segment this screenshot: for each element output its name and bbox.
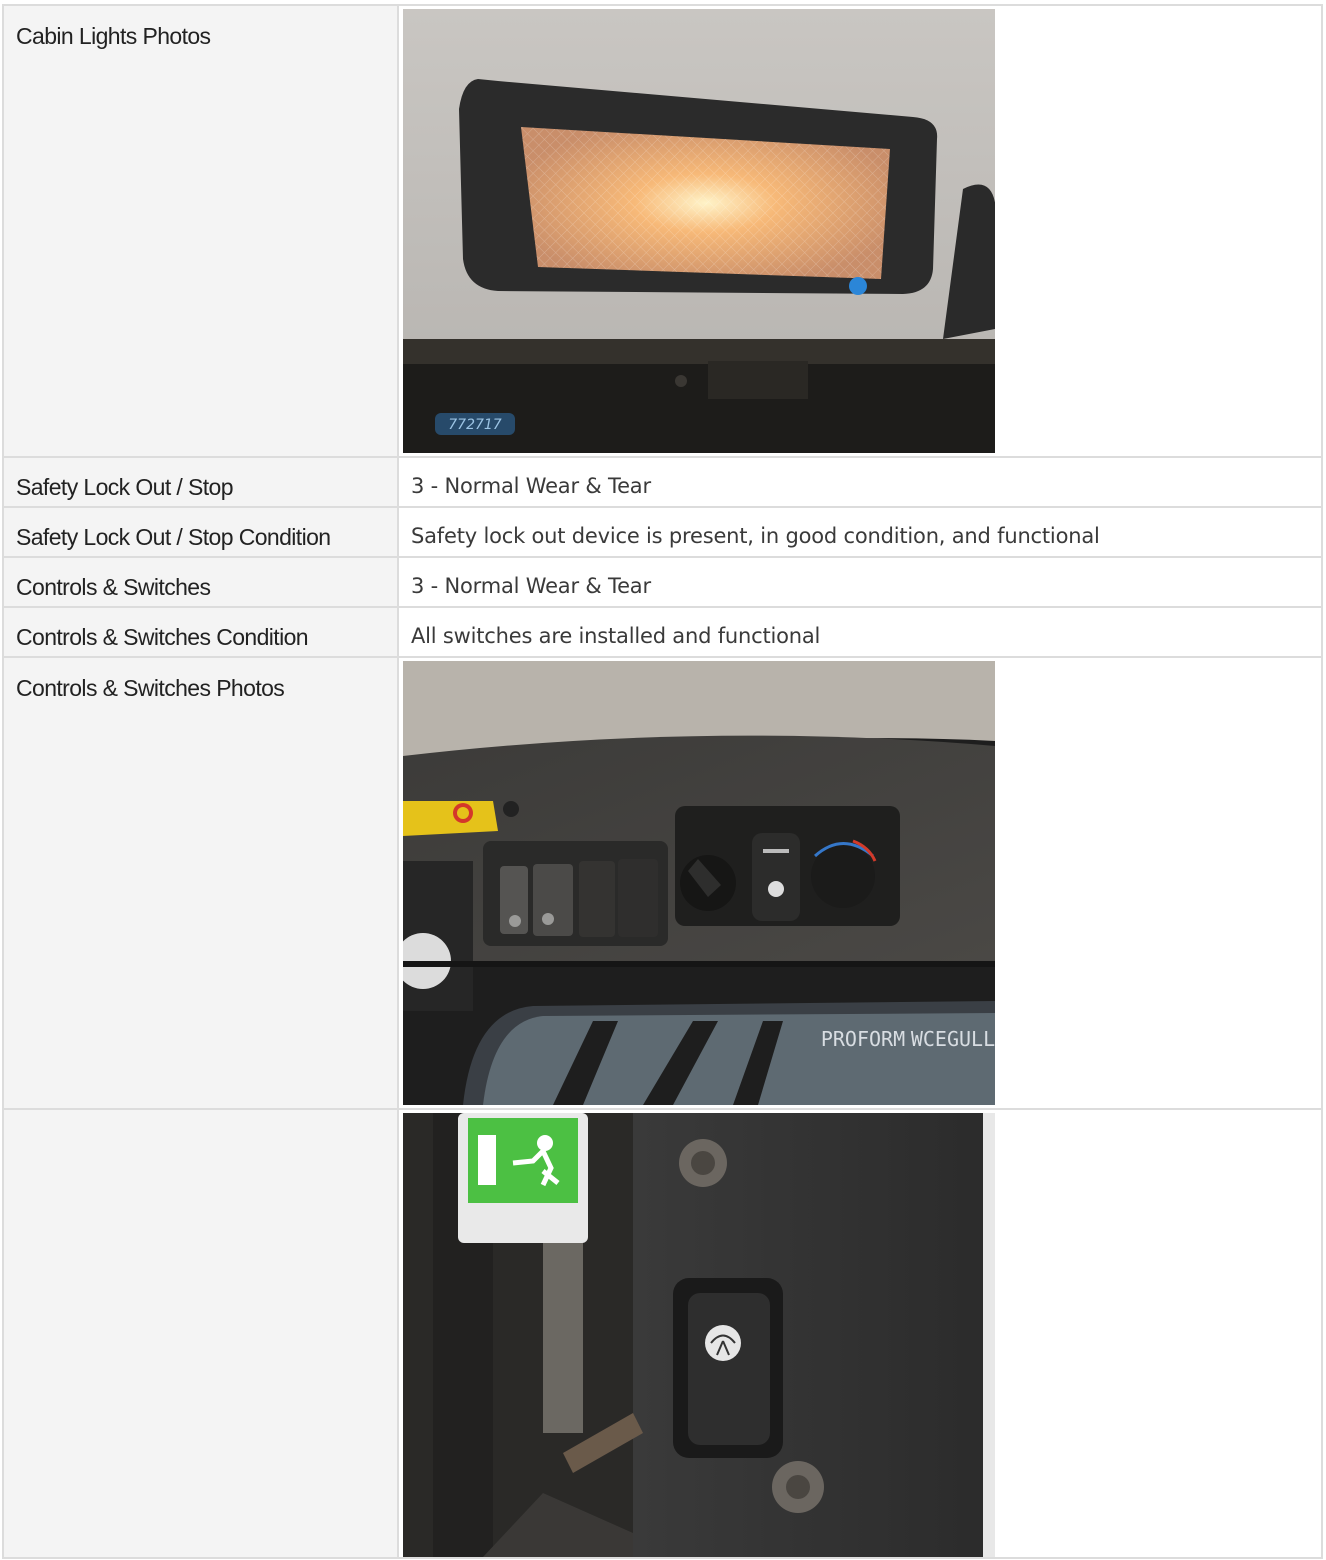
inspection-report-table: Cabin Lights Photos 772717 Safety Lock O… — [2, 4, 1323, 1559]
row-label-cell: Safety Lock Out / Stop Condition — [2, 506, 399, 558]
row-label: Controls & Switches Condition — [16, 624, 309, 650]
row-value-cell: 3 - Normal Wear & Tear — [397, 556, 1323, 608]
row-value: 3 - Normal Wear & Tear — [411, 574, 651, 598]
panel-sign-2: WCEGULL — [911, 1027, 995, 1051]
row-value: Safety lock out device is present, in go… — [411, 524, 1100, 548]
row-value-cell — [397, 1108, 1323, 1559]
row-label-cell — [2, 1108, 399, 1559]
row-label-cell: Cabin Lights Photos — [2, 4, 399, 458]
row-value-cell: All switches are installed and functiona… — [397, 606, 1323, 658]
row-value: 3 - Normal Wear & Tear — [411, 474, 651, 498]
report-row-safety-lock-out-condition: Safety Lock Out / Stop Condition Safety … — [2, 506, 1323, 558]
row-label-cell: Controls & Switches Photos — [2, 656, 399, 1110]
report-row-safety-lock-out: Safety Lock Out / Stop 3 - Normal Wear &… — [2, 456, 1323, 508]
cabin-light-photo[interactable]: 772717 — [403, 9, 995, 453]
report-row-continued-photo — [2, 1108, 1323, 1559]
row-label: Safety Lock Out / Stop — [16, 474, 234, 500]
cabin-light-tag: 772717 — [448, 417, 502, 433]
wiper-switch-photo[interactable] — [403, 1113, 995, 1557]
row-label: Controls & Switches — [16, 574, 211, 600]
row-label: Safety Lock Out / Stop Condition — [16, 524, 331, 550]
row-label: Controls & Switches Photos — [16, 675, 285, 701]
row-label-cell: Safety Lock Out / Stop — [2, 456, 399, 508]
row-value-cell: 3 - Normal Wear & Tear — [397, 456, 1323, 508]
switch-panel-photo[interactable]: PROFORM WCEGULL — [403, 661, 995, 1105]
row-value-cell: PROFORM WCEGULL — [397, 656, 1323, 1110]
report-row-cabin-lights-photos: Cabin Lights Photos 772717 — [2, 4, 1323, 458]
row-label: Cabin Lights Photos — [16, 23, 211, 49]
row-label — [4, 1110, 397, 1127]
report-row-controls-switches: Controls & Switches 3 - Normal Wear & Te… — [2, 556, 1323, 608]
row-label-cell: Controls & Switches Condition — [2, 606, 399, 658]
row-label-cell: Controls & Switches — [2, 556, 399, 608]
panel-sign-1: PROFORM — [821, 1027, 905, 1051]
report-row-controls-switches-photos: Controls & Switches Photos PROFORM WCEGU… — [2, 656, 1323, 1110]
row-value-cell: 772717 — [397, 4, 1323, 458]
row-value-cell: Safety lock out device is present, in go… — [397, 506, 1323, 558]
report-row-controls-switches-condition: Controls & Switches Condition All switch… — [2, 606, 1323, 658]
row-value: All switches are installed and functiona… — [411, 624, 821, 648]
